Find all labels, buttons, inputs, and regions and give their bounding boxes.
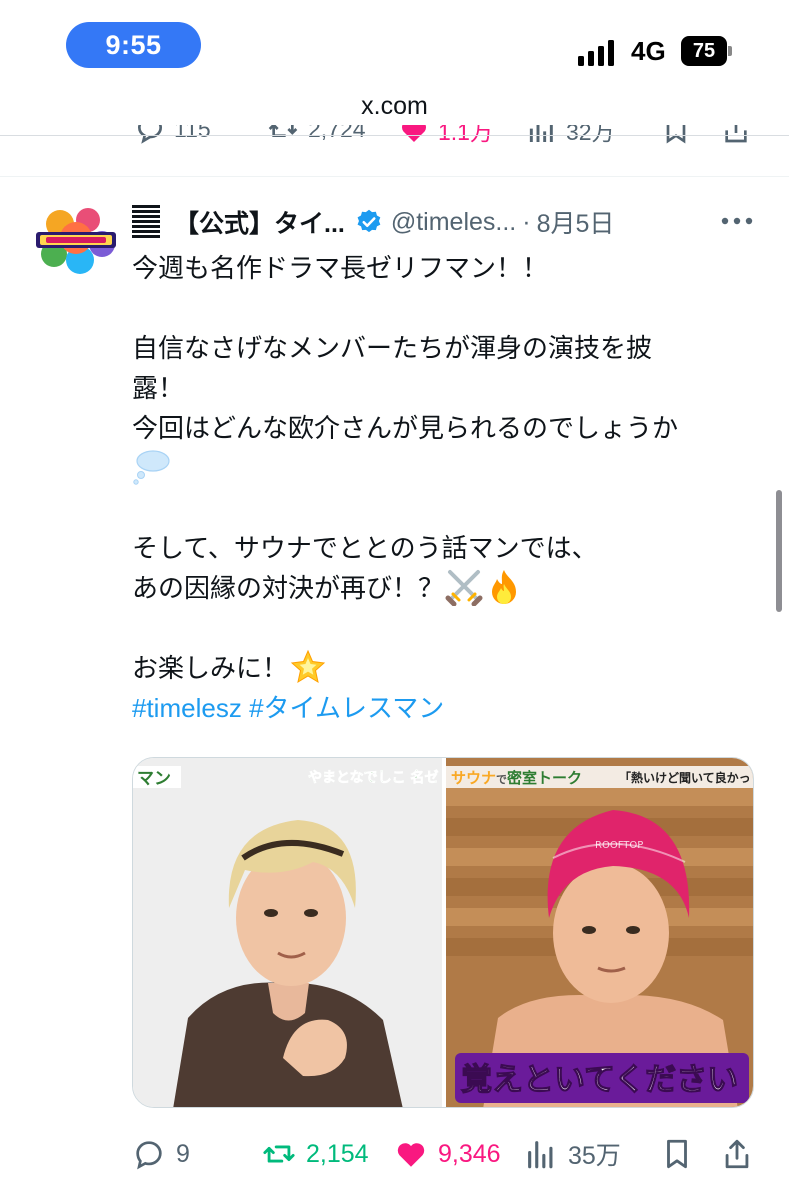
tweet-actions: 9 2,154 9,346 35万 [132, 1132, 757, 1176]
views-button[interactable]: 35万 [524, 1132, 621, 1176]
media-left-caption: やまとなでしこ 名ゼ [308, 769, 438, 786]
prev-view-count: 32万 [566, 125, 615, 145]
text-line: 露！ [132, 373, 185, 403]
bookmark-button[interactable] [660, 1132, 694, 1176]
previous-tweet-actions: 115 2,724 1.1万 32万 [0, 125, 789, 147]
retweet-button[interactable]: 2,154 [262, 1132, 369, 1176]
author-name[interactable]: 【公式】タイ... [174, 204, 345, 240]
media-right-tag-c: 密室トーク [507, 769, 582, 787]
author-handle[interactable]: @timeles... [391, 208, 516, 237]
media-left-tag: マン [137, 769, 171, 789]
status-bar: 9:55 4G 75 [0, 0, 789, 90]
cellular-signal-icon [578, 38, 614, 66]
glowing-star-icon [290, 649, 326, 684]
media-image: マン やまとなでしこ 名ゼ ROOFTOP サウナで密室トーク 「熱いけど聞いて… [133, 758, 753, 1107]
prev-like-button[interactable]: 1.1万 [398, 125, 493, 147]
text-line: 今回はどんな欧介さんが見られるのでしょうか [132, 413, 679, 443]
heart-icon [397, 1143, 425, 1167]
media-right-tag-a: サウナ [451, 769, 496, 787]
prev-retweet-count: 2,724 [308, 125, 366, 142]
account-logo-icon [132, 205, 160, 238]
hashtag-link[interactable]: #タイムレスマン [249, 693, 444, 723]
retweet-icon [263, 1145, 295, 1163]
more-icon [721, 217, 753, 225]
retweet-count: 2,154 [306, 1139, 369, 1168]
thought-balloon-icon [133, 450, 170, 485]
more-options-button[interactable] [717, 206, 757, 236]
text-line: お楽しみに！ [132, 653, 289, 683]
tweet-text: 今週も名作ドラマ長ゼリフマン！！ 自信なさげなメンバーたちが渾身の演技を披 露！… [132, 248, 752, 728]
prev-like-count: 1.1万 [438, 125, 493, 145]
media-right-quote: 「熱いけど聞いて良かっ [619, 770, 751, 785]
address-bar-border [0, 135, 789, 136]
fire-icon [492, 570, 517, 604]
text-line: あの因縁の対決が再び！？ [132, 573, 445, 603]
text-line: そして、サウナでととのう話マンでは、 [132, 533, 598, 563]
reply-button[interactable]: 9 [132, 1132, 190, 1176]
network-type: 4G [631, 36, 666, 66]
svg-text:サウナで密室トーク: サウナで密室トーク [451, 769, 582, 787]
text-line: 自信なさげなメンバーたちが渾身の演技を披 [132, 333, 653, 363]
crossed-swords-icon [445, 570, 483, 606]
tweet-header: 【公式】タイ... @timeles... · 8月5日 [132, 200, 752, 244]
separator: · [522, 207, 531, 236]
clock[interactable]: 9:55 [66, 22, 201, 68]
share-icon [725, 1139, 749, 1169]
like-button[interactable]: 9,346 [394, 1132, 501, 1176]
bookmark-icon [667, 1139, 687, 1169]
battery-icon: 75 [681, 36, 732, 66]
tweet-divider [0, 176, 789, 177]
like-count: 9,346 [438, 1139, 501, 1168]
share-button[interactable] [720, 1132, 754, 1176]
reply-count: 9 [176, 1139, 190, 1168]
prev-views[interactable]: 32万 [526, 125, 615, 147]
media-subtitle: 覚えといてください [461, 1062, 738, 1098]
show-logo-icon [36, 208, 116, 274]
text-line: 今週も名作ドラマ長ゼリフマン！！ [132, 253, 549, 283]
cap-label: ROOFTOP [595, 840, 643, 851]
reply-icon [136, 1141, 162, 1170]
avatar[interactable] [30, 202, 122, 282]
views-icon [528, 1141, 553, 1169]
verified-badge-icon [357, 209, 381, 233]
prev-reply-count: 115 [174, 125, 211, 142]
media-right-tag-b: で [496, 773, 507, 786]
tweet-date[interactable]: 8月5日 [537, 204, 615, 240]
hashtag-link[interactable]: #timelesz [132, 693, 242, 723]
tweet-media[interactable]: マン やまとなでしこ 名ゼ ROOFTOP サウナで密室トーク 「熱いけど聞いて… [132, 757, 754, 1108]
view-count: 35万 [568, 1142, 621, 1170]
scrollbar[interactable] [776, 490, 782, 612]
battery-level: 75 [692, 39, 716, 62]
